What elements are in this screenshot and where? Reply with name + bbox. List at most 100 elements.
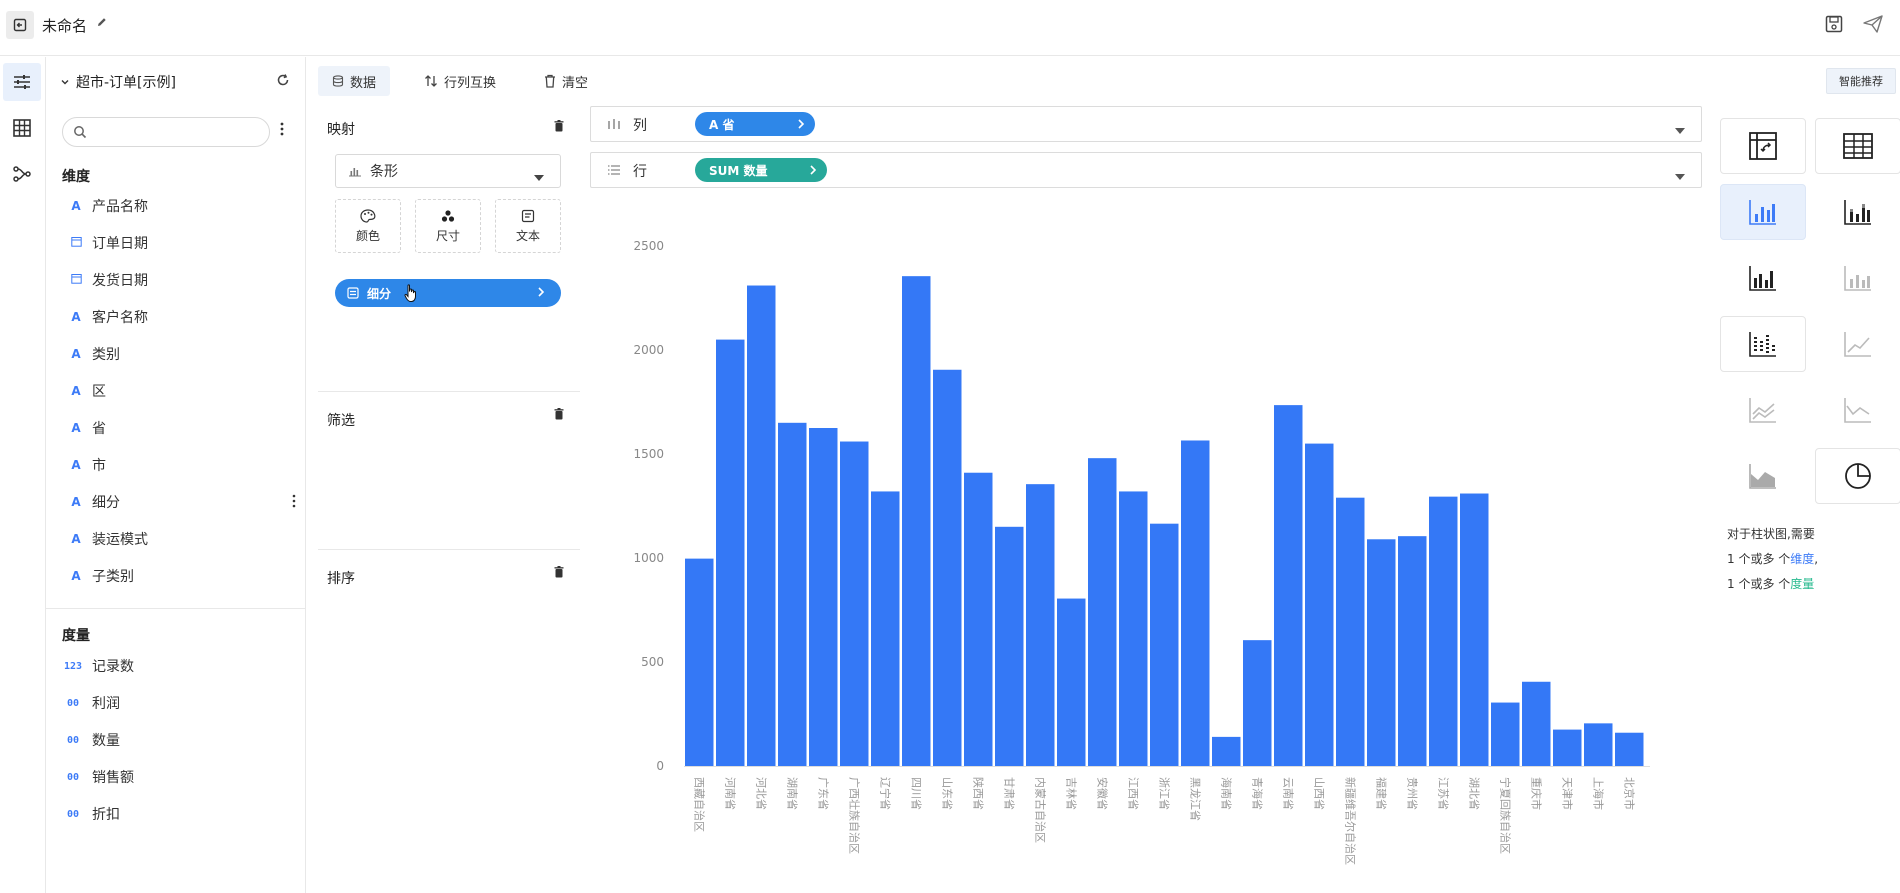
measure-field[interactable]: 00 利润 (67, 691, 290, 715)
chart-type-select[interactable]: 条形 (335, 154, 561, 188)
mapping-trash-icon[interactable] (554, 120, 564, 136)
smart-recommend-button[interactable]: 智能推荐 (1826, 68, 1896, 94)
dimension-field[interactable]: A区 (70, 379, 290, 403)
rows-pill[interactable]: SUM 数量 (695, 158, 827, 182)
bar[interactable] (1150, 523, 1179, 766)
back-button[interactable] (6, 11, 34, 39)
measure-field[interactable]: 00 数量 (67, 728, 290, 752)
filter-trash-icon[interactable] (554, 408, 564, 424)
bar[interactable] (1336, 497, 1365, 766)
bar[interactable] (1119, 491, 1148, 766)
columns-pill[interactable]: A 省 (695, 112, 815, 136)
publish-icon[interactable] (1862, 14, 1884, 38)
chart-type-table[interactable] (1815, 118, 1900, 174)
bar[interactable] (964, 472, 993, 766)
bar[interactable] (1367, 539, 1396, 766)
tab-data[interactable]: 数据 (318, 66, 391, 96)
dimension-field[interactable]: 订单日期 (70, 231, 290, 255)
edit-title-icon[interactable] (96, 16, 108, 32)
bar[interactable] (1460, 493, 1489, 766)
chart-type-stacked-bar[interactable] (1815, 184, 1900, 240)
bar[interactable] (1429, 496, 1458, 766)
measure-field[interactable]: 123 记录数 (64, 654, 290, 678)
bar[interactable] (1522, 681, 1551, 766)
chart-type-stacked-area[interactable] (1720, 448, 1806, 504)
dimension-field[interactable]: A 产品名称 (70, 194, 290, 218)
bar[interactable] (1181, 440, 1210, 766)
dimension-field[interactable]: A 细分 (70, 490, 296, 514)
bar[interactable] (1088, 458, 1117, 766)
bar[interactable] (1057, 598, 1086, 766)
columns-pill-label: A 省 (709, 117, 735, 132)
rail-flow-button[interactable] (3, 155, 41, 193)
dimension-field[interactable]: A省 (70, 416, 290, 440)
bar[interactable] (1615, 732, 1644, 766)
x-tick-label: 海南省 (1219, 777, 1233, 810)
text-encoding[interactable]: 文本 (495, 199, 561, 253)
dimension-field[interactable]: A 类别 (70, 342, 290, 366)
dataset-selector[interactable]: 超市-订单[示例] (60, 72, 176, 92)
bar[interactable] (1274, 405, 1303, 766)
chevron-right-icon (537, 286, 545, 301)
bar[interactable] (1026, 484, 1055, 766)
chart-type-line[interactable] (1815, 316, 1900, 372)
chevron-right-icon (797, 118, 805, 133)
bar[interactable] (1398, 536, 1427, 766)
dimension-field[interactable]: A 装运模式 (70, 527, 290, 551)
x-tick-label: 西藏自治区 (692, 777, 706, 832)
more-options-icon[interactable] (280, 122, 284, 140)
bar[interactable] (778, 422, 807, 766)
bar[interactable] (1305, 443, 1334, 766)
dimension-field[interactable]: 发货日期 (70, 268, 290, 292)
bar[interactable] (1553, 729, 1582, 766)
bar[interactable] (902, 276, 931, 766)
dimension-field[interactable]: A市 (70, 453, 290, 477)
x-tick-label: 福建省 (1374, 777, 1388, 810)
bar[interactable] (1584, 723, 1613, 766)
bar[interactable] (747, 285, 776, 766)
search-input[interactable] (93, 122, 263, 142)
chart-type-pie[interactable] (1815, 448, 1900, 504)
field-more-icon[interactable] (292, 494, 296, 512)
caret-down-icon[interactable] (1675, 122, 1685, 138)
measure-field[interactable]: 00 折扣 (67, 802, 290, 826)
chart-type-bar-disabled[interactable] (1815, 250, 1900, 306)
chart-type-bar[interactable] (1720, 184, 1806, 240)
bar[interactable] (933, 369, 962, 766)
bar[interactable] (1491, 702, 1520, 766)
bar[interactable] (809, 428, 838, 766)
date-type-icon (70, 273, 82, 287)
bar[interactable] (1212, 736, 1241, 766)
color-encoding[interactable]: 颜色 (335, 199, 401, 253)
save-icon[interactable] (1824, 14, 1844, 38)
bar[interactable] (1243, 640, 1272, 766)
columns-shelf[interactable]: 列 A 省 (590, 106, 1702, 142)
tab-swap[interactable]: 行列互换 (410, 66, 510, 96)
caret-down-icon[interactable] (1675, 168, 1685, 184)
chart-type-multi-line[interactable] (1720, 382, 1806, 438)
grouped-bar-icon (1749, 266, 1776, 291)
dimension-field[interactable]: A 客户名称 (70, 305, 290, 329)
rail-config-button[interactable] (3, 63, 41, 101)
chart-type-pivot[interactable] (1720, 118, 1806, 174)
refresh-icon[interactable] (276, 73, 290, 91)
bar[interactable] (995, 526, 1024, 766)
rail-table-button[interactable] (3, 109, 41, 147)
dimension-field[interactable]: A 子类别 (70, 564, 290, 588)
tab-clear[interactable]: 清空 (530, 66, 602, 96)
detail-pill[interactable]: 细分 (335, 279, 561, 307)
x-tick-label: 辽宁省 (878, 777, 892, 810)
size-encoding[interactable]: 尺寸 (415, 199, 481, 253)
chart-type-area[interactable] (1815, 382, 1900, 438)
bar[interactable] (716, 339, 745, 766)
chart-type-grouped-bar[interactable] (1720, 250, 1806, 306)
field-search[interactable] (62, 117, 270, 147)
sort-trash-icon[interactable] (554, 566, 564, 582)
bar[interactable] (685, 558, 714, 766)
rows-shelf[interactable]: 行 SUM 数量 (590, 152, 1702, 188)
measure-field[interactable]: 00 销售额 (67, 765, 290, 789)
field-label: 客户名称 (92, 310, 148, 326)
bar[interactable] (871, 491, 900, 766)
bar[interactable] (840, 441, 869, 766)
chart-type-histogram[interactable] (1720, 316, 1806, 372)
